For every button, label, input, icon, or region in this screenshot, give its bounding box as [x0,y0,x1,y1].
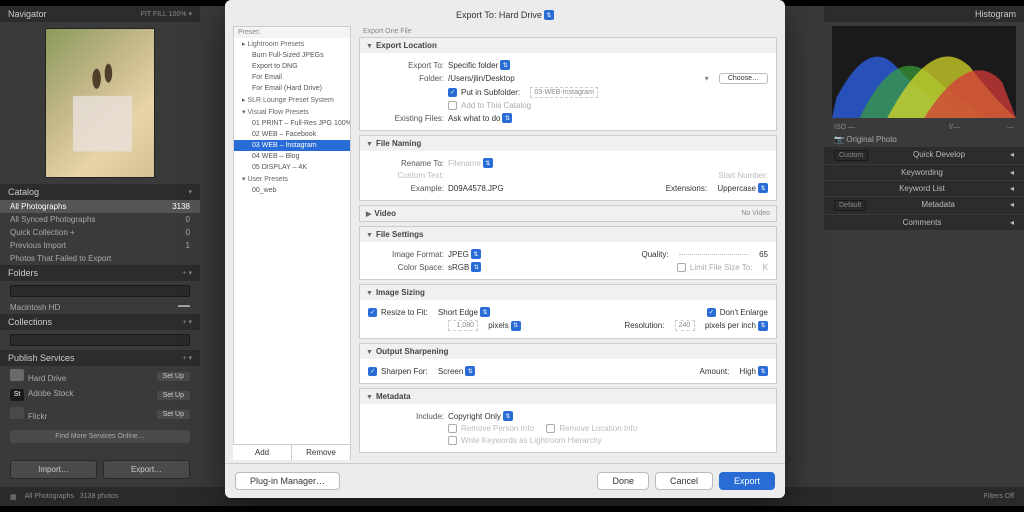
catalog-header[interactable]: Catalog▾ [0,184,200,200]
subfolder-input[interactable]: 03-WEB-Instagram [530,87,598,98]
sharpen-amount-select[interactable]: High ⇅ [740,366,768,376]
cancel-button[interactable]: Cancel [655,472,713,490]
navigator-title: Navigator [8,9,47,19]
subfolder-checkbox[interactable]: ✓ [448,88,457,97]
sharpen-for-select[interactable]: Screen ⇅ [438,366,475,376]
export-button[interactable]: Export [719,472,775,490]
histogram-header[interactable]: Histogram [824,6,1024,22]
right-panel: Histogram ISO —f/—— 📷 Original Photo Cus… [824,6,1024,487]
pixel-input[interactable]: 1,080 [448,320,478,331]
catalog-list: All Photographs3138 All Synced Photograp… [0,200,200,265]
setup-button[interactable]: Set Up [157,372,190,381]
find-services-button[interactable]: Find More Services Online… [10,430,190,443]
dont-enlarge-checkbox[interactable]: ✓ [707,308,716,317]
histogram-meta: ISO —f/—— [824,122,1024,133]
choose-folder-button[interactable]: Choose… [719,73,768,84]
filter-label[interactable]: Filters Off [984,493,1014,500]
publish-service[interactable]: StAdobe StockSet Up [0,386,200,404]
limit-size-checkbox[interactable] [677,263,686,272]
preset-group[interactable]: ▾ Visual Flow Presets [234,106,350,118]
format-select[interactable]: JPEG ⇅ [448,249,481,259]
export-to-select[interactable]: Hard Drive ⇅ [499,10,554,20]
preset-item[interactable]: 04 WEB – Blog [234,151,350,162]
preset-item[interactable]: 05 DISPLAY – 4K [234,162,350,173]
catalog-item[interactable]: All Photographs3138 [0,200,200,213]
rename-select[interactable]: Filename ⇅ [448,158,493,168]
filmstrip-path[interactable]: All Photographs 3138 photos [25,493,119,500]
navigator-header[interactable]: Navigator FIT FILL 100% ▾ [0,6,200,22]
preset-item[interactable]: 00_web [234,185,350,196]
sharpen-checkbox[interactable]: ✓ [368,367,377,376]
grid-icon[interactable]: ▦ [10,493,17,501]
extension-select[interactable]: Uppercase ⇅ [717,183,768,193]
export-button[interactable]: Export… [103,460,190,479]
remove-preset-button[interactable]: Remove [292,445,351,456]
export-location-select[interactable]: Specific folder ⇅ [448,60,510,70]
quality-slider[interactable] [679,254,749,255]
preset-item[interactable]: For Email (Hard Drive) [234,83,350,94]
histogram[interactable] [832,26,1016,118]
add-preset-button[interactable]: Add [233,445,292,456]
section-image-sizing: ▼Image Sizing ✓Resize to Fit: Short Edge… [359,284,777,339]
catalog-item[interactable]: Previous Import1 [0,239,200,252]
export-dialog: Export To: Hard Drive ⇅ Preset: ▸ Lightr… [225,0,785,498]
catalog-item[interactable]: Quick Collection +0 [0,226,200,239]
comments-header[interactable]: Comments◂ [824,215,1024,230]
section-export-location: ▼Export Location Export To:Specific fold… [359,37,777,131]
left-panel: Navigator FIT FILL 100% ▾ Catalog▾ All P… [0,6,200,487]
preset-group[interactable]: ▸ Lightroom Presets [234,38,350,50]
original-photo: 📷 Original Photo [824,133,1024,146]
resize-fit-select[interactable]: Short Edge ⇅ [438,307,490,317]
section-video: ▶VideoNo Video [359,205,777,222]
done-button[interactable]: Done [597,472,649,490]
resize-checkbox[interactable]: ✓ [368,308,377,317]
preset-item[interactable]: Burn Full-Sized JPEGs [234,50,350,61]
keywording-header[interactable]: Keywording◂ [824,165,1024,180]
section-sharpening: ▼Output Sharpening ✓Sharpen For: Screen … [359,343,777,384]
export-settings: Export One File ▼Export Location Export … [359,26,777,456]
folders-header[interactable]: Folders+ ▾ [0,265,200,281]
section-file-naming: ▼File Naming Rename To:Filename ⇅ Custom… [359,135,777,201]
export-to-label: Export To: [456,10,496,20]
existing-files-select[interactable]: Ask what to do ⇅ [448,113,512,123]
import-button[interactable]: Import… [10,460,97,479]
preset-item[interactable]: For Email [234,72,350,83]
metadata-include-select[interactable]: Copyright Only ⇅ [448,411,513,421]
keyword-list-header[interactable]: Keyword List◂ [824,181,1024,196]
publish-header[interactable]: Publish Services+ ▾ [0,350,200,366]
chevron-down-icon: FIT FILL 100% ▾ [141,10,192,18]
preset-item[interactable]: Export to DNG [234,61,350,72]
preset-group[interactable]: ▸ SLR Lounge Preset System [234,94,350,106]
colorspace-select[interactable]: sRGB ⇅ [448,262,481,272]
export-count-label: Export One File [359,26,777,37]
publish-service[interactable]: Hard DriveSet Up [0,366,200,386]
preset-item[interactable]: 01 PRINT – Full-Res JPG 100% [234,118,350,129]
resolution-input[interactable]: 240 [675,320,695,331]
add-catalog-checkbox[interactable] [448,101,457,110]
preset-header: Preset: [234,27,350,38]
volume-row[interactable]: Macintosh HD▬▬ [0,301,200,314]
quick-develop-header[interactable]: CustomQuick Develop◂ [824,147,1024,164]
publish-service[interactable]: FlickrSet Up [0,404,200,424]
catalog-item[interactable]: Photos That Failed to Export [0,252,200,265]
preset-sidebar: Preset: ▸ Lightroom Presets Burn Full-Si… [233,26,351,456]
preset-group[interactable]: ▾ User Presets [234,173,350,185]
folder-filter-input[interactable] [10,285,190,297]
navigator-preview[interactable] [45,28,155,178]
preset-item-selected[interactable]: 03 WEB – Instagram [234,140,350,151]
preset-item[interactable]: 02 WEB – Facebook [234,129,350,140]
setup-button[interactable]: Set Up [157,410,190,419]
plugin-manager-button[interactable]: Plug-in Manager… [235,472,340,490]
setup-button[interactable]: Set Up [157,391,190,400]
section-file-settings: ▼File Settings Image Format:JPEG ⇅Qualit… [359,226,777,280]
metadata-header[interactable]: DefaultMetadata◂ [824,197,1024,214]
collection-filter-input[interactable] [10,334,190,346]
section-metadata: ▼Metadata Include:Copyright Only ⇅ ✓Remo… [359,388,777,453]
catalog-item[interactable]: All Synced Photographs0 [0,213,200,226]
collections-header[interactable]: Collections+ ▾ [0,314,200,330]
folder-path: /Users/jlin/Desktop [448,74,515,83]
